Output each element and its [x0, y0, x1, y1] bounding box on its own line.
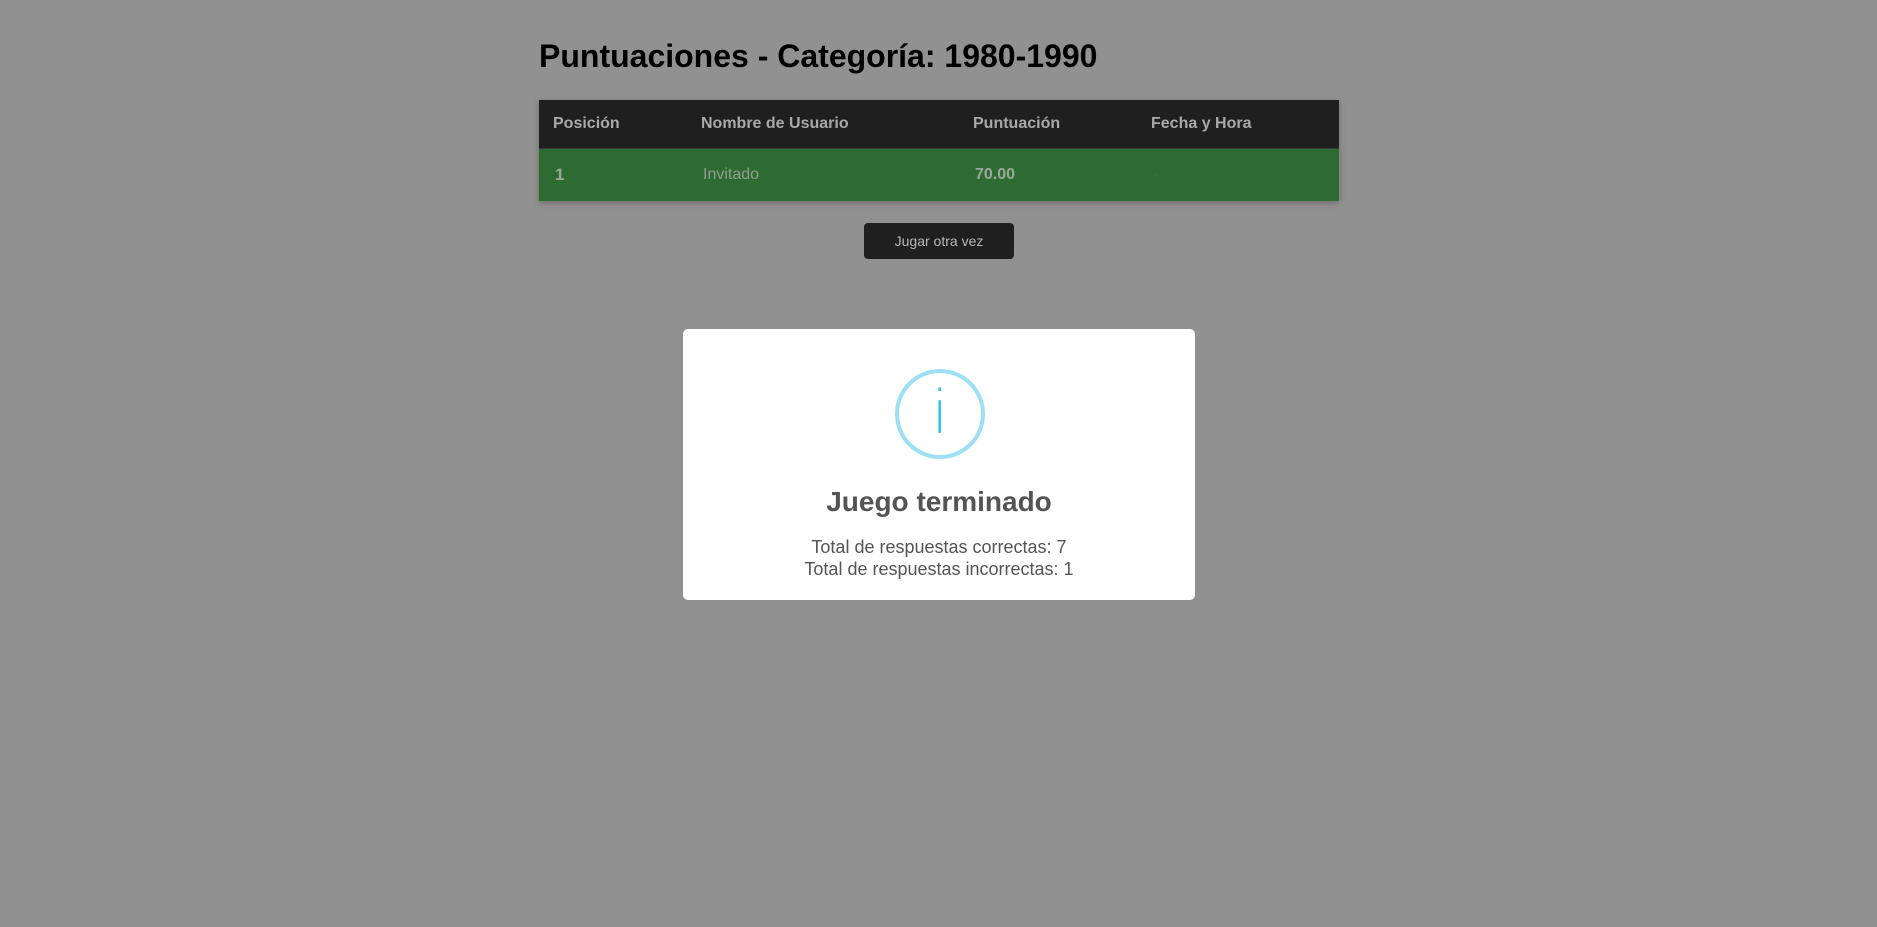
game-over-modal: i Juego terminado Total de respuestas co…	[683, 329, 1195, 600]
incorrect-answers-text: Total de respuestas incorrectas: 1	[804, 559, 1074, 579]
table-row: 1 Invitado 70.00 -	[539, 148, 1339, 201]
modal-title: Juego terminado	[826, 486, 1052, 517]
correct-answers-text: Total de respuestas correctas: 7	[811, 537, 1067, 557]
header-score: Puntuación	[959, 100, 1137, 149]
cell-datetime: -	[1137, 148, 1339, 201]
play-again-button[interactable]: Jugar otra vez	[864, 223, 1014, 259]
cell-score: 70.00	[959, 148, 1137, 201]
cell-username: Invitado	[687, 148, 959, 201]
header-datetime: Fecha y Hora	[1137, 100, 1339, 149]
info-icon-glyph: i	[931, 378, 949, 448]
scores-table: Posición Nombre de Usuario Puntuación Fe…	[539, 100, 1339, 201]
table-header-row: Posición Nombre de Usuario Puntuación Fe…	[539, 100, 1339, 149]
header-position: Posición	[539, 100, 687, 149]
cell-position: 1	[539, 148, 687, 201]
info-icon: i	[895, 369, 985, 459]
header-username: Nombre de Usuario	[687, 100, 959, 149]
page-title: Puntuaciones - Categoría: 1980-1990	[539, 38, 1098, 74]
modal-body: Total de respuestas correctas: 7 Total d…	[683, 536, 1195, 580]
